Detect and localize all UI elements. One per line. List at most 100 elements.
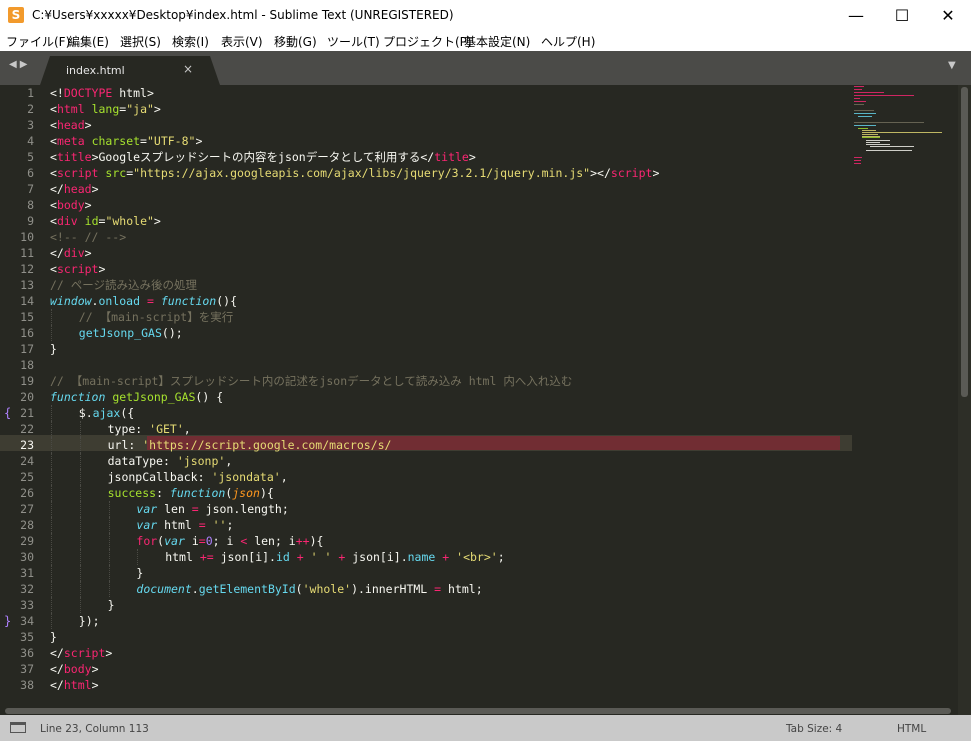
code-token: > [468,150,476,164]
maximize-button[interactable]: ☐ [879,0,925,31]
code-token: 'jsonp' [176,454,226,468]
code-token: > [105,646,113,660]
tab-size-selector[interactable]: Tab Size: 4 [786,723,842,735]
tab-index-html[interactable]: index.html × [40,56,220,85]
minimize-button[interactable]: — [833,0,879,31]
code-token: } [50,630,57,644]
indent-guide [51,485,52,501]
code-line: $.ajax({ [79,405,134,421]
code-token: id [84,214,99,228]
code-token: < [50,198,57,212]
close-button[interactable]: ✕ [925,0,971,31]
indent-guide [79,501,81,517]
code-line: <!DOCTYPE html> [50,85,154,101]
menu-bar: ファイル(F) 編集(E) 選択(S) 検索(I) 表示(V) 移動(G) ツー… [0,31,971,51]
indent-guide [51,501,52,517]
code-token: = [140,134,147,148]
code-token: ( [295,582,303,596]
code-line: html += json[i].id + ' ' + json[i].name … [165,549,504,565]
code-editor[interactable]: 1 2 3 4 5 6 7 8 9 10 11 12 13 14 15 16 17 18 19 20 21 22 23 24 2… [0,85,971,715]
code-token: ){ [309,534,324,548]
code-token: ' ' [310,550,332,564]
tab-nav-arrows-icon[interactable]: ◀▶ [9,59,30,70]
code-token: , [183,422,191,436]
panel-toggle-icon[interactable] [10,722,26,733]
code-token: body [56,198,85,212]
indent-guide [79,517,81,533]
code-line: <div id="whole"> [50,213,161,229]
menu-file[interactable]: ファイル(F) [6,33,70,50]
syntax-selector[interactable]: HTML [897,723,926,735]
menu-preferences[interactable]: 基本設定(N) [464,33,530,50]
code-token: head [56,118,85,132]
code-token: title [56,150,92,164]
code-area[interactable]: <!DOCTYPE html> <html lang="ja"> <head> <me… [0,85,971,715]
indent-guide [79,597,81,613]
tab-dropdown-icon[interactable]: ▼ [948,60,956,71]
indent-guide [108,565,110,581]
tab-close-icon[interactable]: × [183,62,193,76]
code-token: // 【main-script】を実行 [78,310,234,324]
code-token: </ [50,182,64,196]
code-line: success: function(json){ [108,485,274,501]
menu-tools[interactable]: ツール(T) [327,33,380,50]
code-token: window [50,294,92,308]
indent-guide [51,565,52,581]
menu-selection[interactable]: 選択(S) [120,33,161,50]
minimap[interactable] [852,85,956,175]
code-token: : [156,486,170,500]
menu-help[interactable]: ヘルプ(H) [541,33,595,50]
title-bar: S C:¥Users¥xxxxx¥Desktop¥index.html - Su… [0,0,971,31]
menu-goto[interactable]: 移動(G) [274,33,317,50]
code-token: var [136,518,158,532]
code-token: script [610,166,653,180]
code-line: </div> [50,245,92,261]
code-token: html [63,678,92,692]
tab-bar: ◀▶ index.html × ▼ [0,51,971,85]
code-token: < [50,134,57,148]
code-token: url: [107,438,143,452]
code-token: = [198,518,206,532]
vertical-scroll-thumb[interactable] [961,87,968,397]
code-line: document.getElementById('whole').innerHT… [136,581,482,597]
code-token: charset [91,134,141,148]
code-token: div [63,246,85,260]
vertical-scrollbar[interactable] [958,85,971,715]
code-token: = [198,534,206,548]
code-token: 'whole' [302,582,352,596]
code-line: for(var i=0; i < len; i++){ [136,533,323,549]
code-token: < [50,262,57,276]
menu-project[interactable]: プロジェクト(P) [383,33,472,50]
code-token: "ja" [126,102,154,116]
indent-guide [137,549,139,565]
indent-guide [51,517,52,533]
code-token: 'GET' [149,422,184,436]
code-line: } [50,341,57,357]
code-token: </ [50,246,64,260]
menu-edit[interactable]: 編集(E) [68,33,109,50]
code-token: html; [441,582,483,596]
code-line: dataType: 'jsonp', [108,453,233,469]
code-token: (){ [216,294,238,308]
window-title: C:¥Users¥xxxxx¥Desktop¥index.html - Subl… [32,8,454,22]
indent-guide [79,581,81,597]
horizontal-scrollbar[interactable] [5,708,951,714]
menu-find[interactable]: 検索(I) [172,33,209,50]
code-line: function getJsonp_GAS() { [50,389,223,405]
menu-view[interactable]: 表示(V) [221,33,263,50]
code-token: > [91,678,99,692]
code-token: > [98,262,106,276]
code-line: }); [79,613,100,629]
sublime-text-icon: S [8,7,24,23]
code-token: ></ [590,166,611,180]
code-token: "UTF-8" [146,134,196,148]
code-token: DOCTYPE [63,86,113,100]
indent-guide [108,517,110,533]
indent-guide [51,421,52,437]
code-token: , [280,470,288,484]
indent-guide [51,309,52,325]
